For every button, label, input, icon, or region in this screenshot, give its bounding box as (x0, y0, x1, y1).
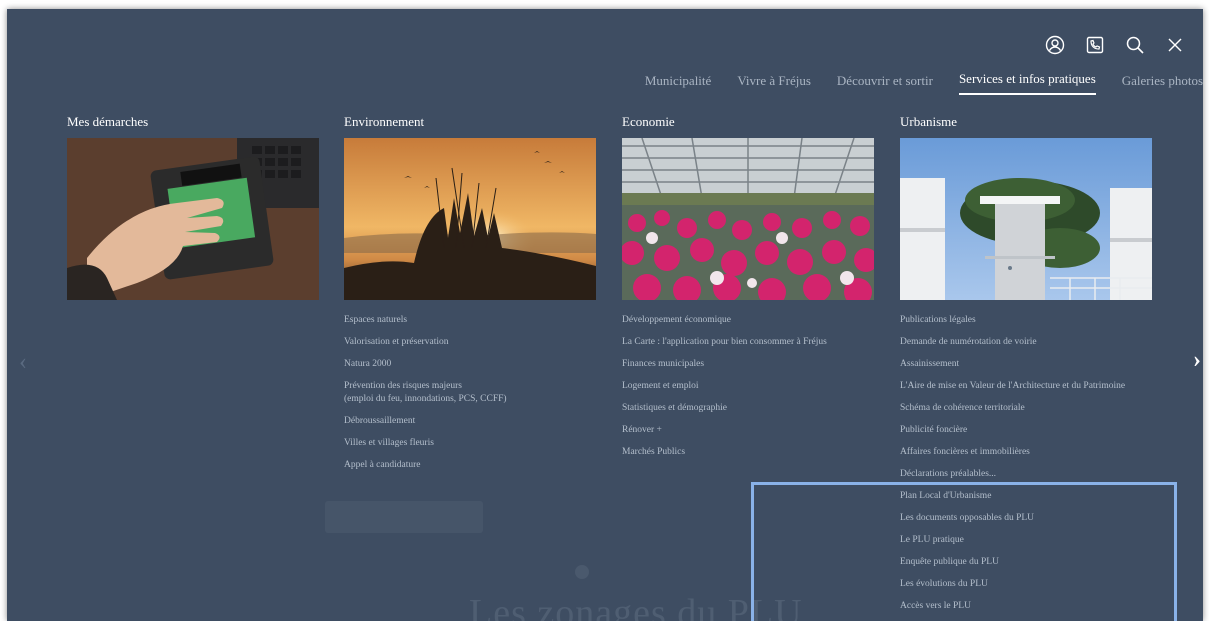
link-la-carte[interactable]: La Carte : l'application pour bien conso… (622, 336, 874, 349)
link-plan-local-d-urbanisme[interactable]: Plan Local d'Urbanisme (900, 490, 1152, 503)
link-espaces-naturels[interactable]: Espaces naturels (344, 314, 596, 327)
column-title[interactable]: Economie (622, 114, 874, 130)
menu-column-environnement: Environnement Espaces naturels Valorisat… (344, 114, 596, 481)
nav-item-municipalite[interactable]: Municipalité (645, 73, 711, 95)
link-statistiques-et-demographie[interactable]: Statistiques et démographie (622, 402, 874, 415)
link-developpement-economique[interactable]: Développement économique (622, 314, 874, 327)
link-le-plu-pratique[interactable]: Le PLU pratique (900, 534, 1152, 547)
modern-building-photo[interactable] (900, 138, 1152, 300)
carousel-prev-arrow-icon[interactable]: ‹ (19, 349, 27, 376)
link-list: Espaces naturels Valorisation et préserv… (344, 314, 596, 472)
background-page-title: Les zonages du PLU (469, 592, 803, 621)
link-demande-de-numerotation-de-voirie[interactable]: Demande de numérotation de voirie (900, 336, 1152, 349)
link-villes-et-villages-fleuris[interactable]: Villes et villages fleuris (344, 437, 596, 450)
link-logement-et-emploi[interactable]: Logement et emploi (622, 380, 874, 393)
user-icon[interactable] (1045, 35, 1065, 55)
link-list: Publications légales Demande de numérota… (900, 314, 1152, 613)
link-marches-publics[interactable]: Marchés Publics (622, 446, 874, 459)
link-acces-vers-le-plu[interactable]: Accès vers le PLU (900, 600, 1152, 613)
background-button (325, 501, 483, 533)
fingerprint-scanner-photo[interactable] (67, 138, 319, 300)
header-icons (1045, 35, 1185, 55)
menu-column-mes-demarches: Mes démarches (67, 114, 319, 300)
column-title[interactable]: Mes démarches (67, 114, 319, 130)
link-finances-municipales[interactable]: Finances municipales (622, 358, 874, 371)
menu-column-economie: Economie Développement économique La Car… (622, 114, 874, 468)
link-debroussaillement[interactable]: Débroussaillement (344, 415, 596, 428)
link-assainissement[interactable]: Assainissement (900, 358, 1152, 371)
carousel-next-arrow-icon[interactable]: › (1193, 347, 1201, 374)
link-avap[interactable]: L'Aire de mise en Valeur de l'Architectu… (900, 380, 1152, 393)
background-dot (575, 565, 589, 579)
link-enquete-publique-du-plu[interactable]: Enquête publique du PLU (900, 556, 1152, 569)
link-prevention-des-risques-majeurs[interactable]: Prévention des risques majeurs (emploi du… (344, 380, 596, 406)
link-affaires-foncieres-et-immobilieres[interactable]: Affaires foncières et immobilières (900, 446, 1152, 459)
column-title[interactable]: Environnement (344, 114, 596, 130)
nav-item-vivre-a-frejus[interactable]: Vivre à Fréjus (737, 73, 811, 95)
link-evolutions-du-plu[interactable]: Les évolutions du PLU (900, 578, 1152, 591)
contact-icon[interactable] (1085, 35, 1105, 55)
greenhouse-flowers-photo[interactable] (622, 138, 874, 300)
link-list: Développement économique La Carte : l'ap… (622, 314, 874, 459)
nav-item-services-et-infos-pratiques[interactable]: Services et infos pratiques (958, 71, 1096, 95)
column-title[interactable]: Urbanisme (900, 114, 1152, 130)
link-line-1: Prévention des risques majeurs (344, 381, 462, 391)
nav-item-galeries-photos[interactable]: Galeries photos (1122, 73, 1203, 95)
link-valorisation-et-preservation[interactable]: Valorisation et préservation (344, 336, 596, 349)
link-schema-de-coherence-territoriale[interactable]: Schéma de cohérence territoriale (900, 402, 1152, 415)
search-icon[interactable] (1125, 35, 1145, 55)
link-line-2: (emploi du feu, innondations, PCS, CCFF) (344, 394, 507, 404)
sunset-reeds-photo[interactable] (344, 138, 596, 300)
link-renover-plus[interactable]: Rénover + (622, 424, 874, 437)
close-icon[interactable] (1165, 35, 1185, 55)
link-publicite-fonciere[interactable]: Publicité foncière (900, 424, 1152, 437)
mega-menu-overlay: Les zonages du PLU Municipalité Vivre à … (7, 9, 1203, 621)
link-appel-a-candidature[interactable]: Appel à candidature (344, 459, 596, 472)
link-publications-legales[interactable]: Publications légales (900, 314, 1152, 327)
main-nav: Municipalité Vivre à Fréjus Découvrir et… (619, 71, 1203, 95)
menu-column-urbanisme: Urbanisme Publications légales Demande d… (900, 114, 1152, 621)
nav-item-decouvrir-et-sortir[interactable]: Découvrir et sortir (837, 73, 933, 95)
link-natura-2000[interactable]: Natura 2000 (344, 358, 596, 371)
link-documents-opposables-du-plu[interactable]: Les documents opposables du PLU (900, 512, 1152, 525)
link-declarations-prealables[interactable]: Déclarations préalables... (900, 468, 1152, 481)
